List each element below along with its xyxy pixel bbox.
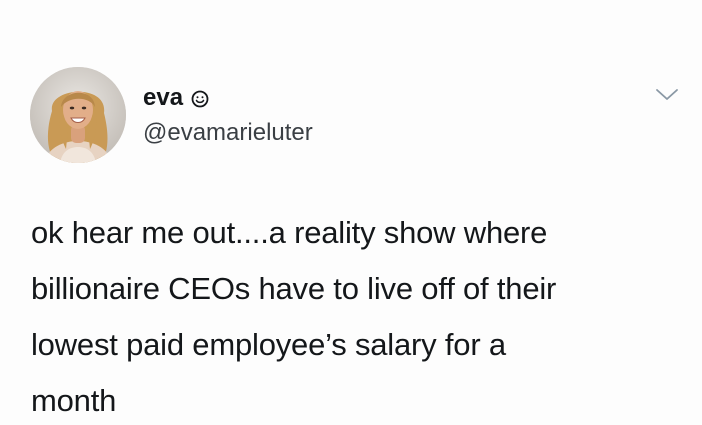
tweet-text: ok hear me out....a reality show where b…	[31, 215, 557, 418]
avatar-photo	[30, 67, 126, 163]
tweet-card: eva @evamarieluter ok hear me out....a r…	[0, 0, 702, 425]
author-row: eva	[143, 84, 209, 112]
user-handle[interactable]: @evamarieluter	[143, 119, 313, 147]
display-name[interactable]: eva	[143, 84, 183, 112]
smiley-face-icon	[191, 90, 209, 108]
chevron-down-icon[interactable]	[652, 85, 682, 105]
avatar[interactable]	[30, 67, 126, 163]
